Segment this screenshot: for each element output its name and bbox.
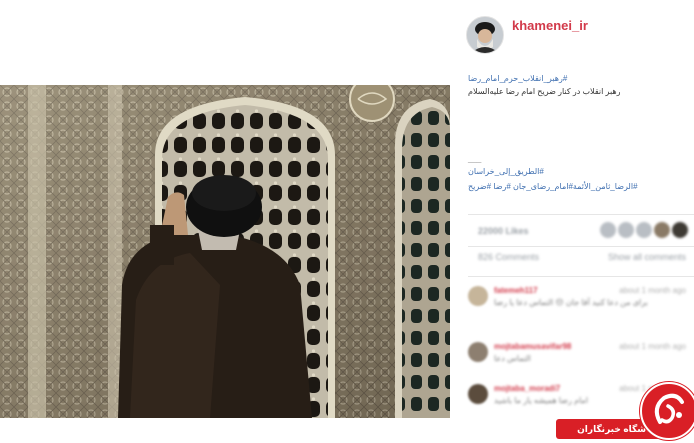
commenter-avatar[interactable] <box>468 286 488 306</box>
shrine-image <box>0 85 450 418</box>
post-photo[interactable] <box>0 85 450 418</box>
likes-row[interactable]: 22000 Likes <box>468 222 692 242</box>
watermark-logo <box>640 382 694 440</box>
divider <box>468 246 694 247</box>
comment-item: fatemeh117 about 1 month ago برای من دعا… <box>468 284 692 324</box>
avatar[interactable] <box>466 16 504 54</box>
commenter-avatar[interactable] <box>468 384 488 404</box>
liker-avatar[interactable] <box>654 222 670 238</box>
caption-separator: ___ <box>468 154 482 163</box>
comment-time: about 1 month ago <box>619 342 686 351</box>
caption: #رهبر_انقلاب_حرم_امام_رضا رهبر انقلاب در… <box>468 72 690 193</box>
comment-text: برای من دعا کنید آقا جان 😔 التماس دعا یا… <box>494 298 648 307</box>
likes-count[interactable]: 22000 Likes <box>478 226 529 236</box>
liker-avatar[interactable] <box>672 222 688 238</box>
liker-avatar[interactable] <box>636 222 652 238</box>
commenter-name[interactable]: mojtaba_moradi7 <box>494 384 560 393</box>
comments-count: 826 Comments <box>478 252 540 262</box>
show-all-comments-link[interactable]: Show all comments <box>608 252 686 262</box>
divider <box>468 214 694 215</box>
username[interactable]: khamenei_ir <box>512 18 588 33</box>
liker-avatar[interactable] <box>618 222 634 238</box>
liker-avatar[interactable] <box>600 222 616 238</box>
commenter-avatar[interactable] <box>468 342 488 362</box>
caption-hashtag[interactable]: #الرضا_ثامن_الأئمة#امام_رضای_جان #رضا #ض… <box>468 180 690 193</box>
comments-row: 826 Comments Show all comments <box>468 252 692 266</box>
post-sidebar: khamenei_ir #رهبر_انقلاب_حرم_امام_رضا ره… <box>458 0 694 440</box>
commenter-name[interactable]: mojtabamusavifar98 <box>494 342 571 351</box>
caption-hashtag[interactable]: #الطريق_إلى_خراسان <box>468 165 690 178</box>
comment-item: mojtabamusavifar98 about 1 month ago الت… <box>468 340 692 380</box>
comment-time: about 1 month ago <box>619 286 686 295</box>
commenter-name[interactable]: fatemeh117 <box>494 286 538 295</box>
comment-text: التماس دعا <box>494 354 531 363</box>
yjc-logo-icon <box>654 393 684 424</box>
profile-photo-icon <box>467 17 503 53</box>
caption-text: رهبر انقلاب در کنار ضریح امام رضا علیه‌ا… <box>468 87 621 96</box>
divider <box>468 276 694 277</box>
caption-hashtag[interactable]: #رهبر_انقلاب_حرم_امام_رضا <box>468 72 690 85</box>
